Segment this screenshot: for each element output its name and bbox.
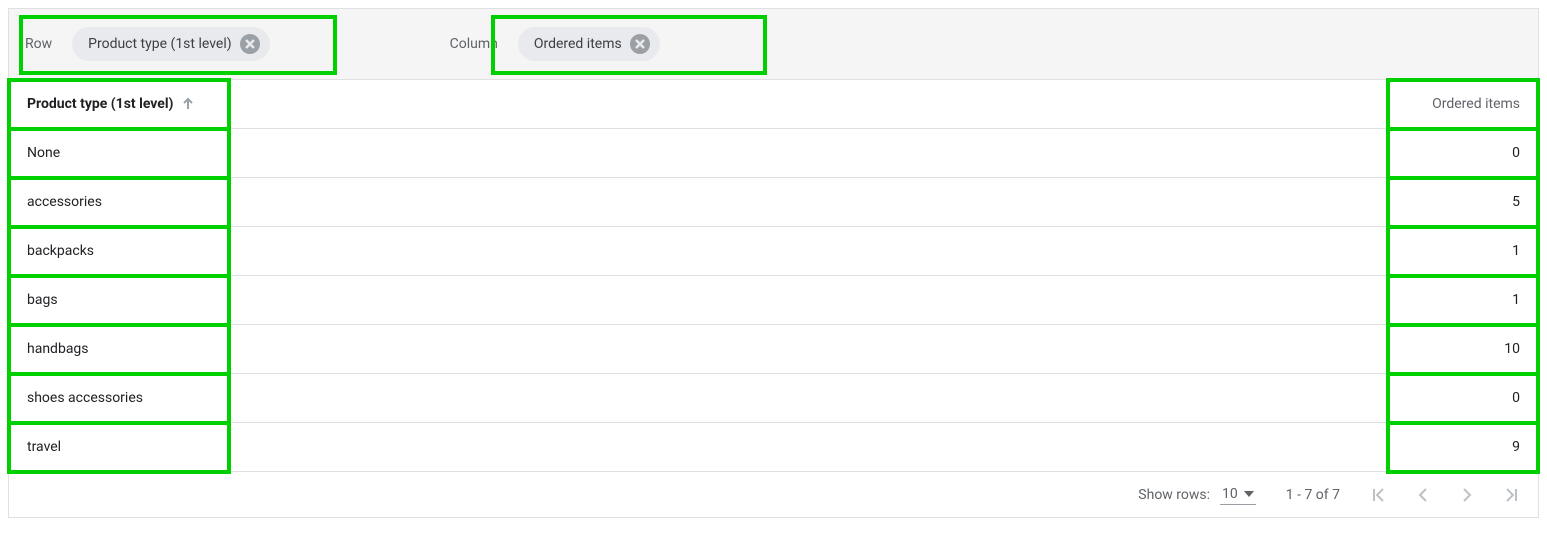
report-panel: Row Product type (1st level) Column Orde… — [8, 8, 1539, 518]
cell-metric: 0 — [1388, 129, 1538, 178]
column-metric-chip[interactable]: Ordered items — [518, 27, 660, 61]
cell-spacer — [229, 178, 1388, 227]
cell-spacer — [229, 423, 1388, 472]
page-size-select[interactable]: 10 — [1220, 484, 1256, 505]
table-row[interactable]: travel 9 — [9, 423, 1538, 472]
cell-dimension: handbags — [9, 325, 229, 374]
cell-spacer — [229, 374, 1388, 423]
remove-row-dimension-button[interactable] — [240, 34, 260, 54]
table-row[interactable]: backpacks 1 — [9, 227, 1538, 276]
header-label: Product type (1st level) — [27, 96, 173, 112]
column-header-metric[interactable]: Ordered items — [1388, 80, 1538, 129]
chevron-right-icon — [1458, 486, 1476, 504]
cell-metric: 1 — [1388, 227, 1538, 276]
first-page-icon — [1370, 486, 1388, 504]
cell-metric: 10 — [1388, 325, 1538, 374]
cell-spacer — [229, 227, 1388, 276]
close-icon — [634, 38, 646, 50]
prev-page-button[interactable] — [1414, 486, 1432, 504]
column-header-dimension[interactable]: Product type (1st level) — [9, 80, 229, 129]
column-header-spacer — [229, 80, 1388, 129]
config-bar: Row Product type (1st level) Column Orde… — [9, 9, 1538, 80]
table-row[interactable]: handbags 10 — [9, 325, 1538, 374]
last-page-icon — [1502, 486, 1520, 504]
remove-column-metric-button[interactable] — [630, 34, 650, 54]
cell-dimension: travel — [9, 423, 229, 472]
table-row[interactable]: None 0 — [9, 129, 1538, 178]
chip-label: Ordered items — [534, 36, 622, 52]
cell-metric: 5 — [1388, 178, 1538, 227]
show-rows-label: Show rows: — [1138, 487, 1210, 503]
cell-dimension: None — [9, 129, 229, 178]
cell-metric: 1 — [1388, 276, 1538, 325]
cell-metric: 0 — [1388, 374, 1538, 423]
header-label: Ordered items — [1432, 96, 1520, 112]
table-row[interactable]: accessories 5 — [9, 178, 1538, 227]
cell-spacer — [229, 129, 1388, 178]
cell-dimension: shoes accessories — [9, 374, 229, 423]
table-row[interactable]: bags 1 — [9, 276, 1538, 325]
cell-dimension: bags — [9, 276, 229, 325]
cell-spacer — [229, 325, 1388, 374]
table-footer: Show rows: 10 1 - 7 of 7 — [9, 472, 1538, 517]
column-config-group: Column Ordered items — [450, 27, 660, 61]
page-size-value: 10 — [1222, 486, 1238, 502]
row-config-group: Row Product type (1st level) — [25, 27, 270, 61]
pagination-range: 1 - 7 of 7 — [1286, 487, 1340, 503]
next-page-button[interactable] — [1458, 486, 1476, 504]
cell-dimension: backpacks — [9, 227, 229, 276]
pager — [1370, 486, 1520, 504]
column-label: Column — [450, 36, 498, 52]
page-size-group: Show rows: 10 — [1138, 484, 1255, 505]
first-page-button[interactable] — [1370, 486, 1388, 504]
cell-dimension: accessories — [9, 178, 229, 227]
chevron-left-icon — [1414, 486, 1432, 504]
cell-metric: 9 — [1388, 423, 1538, 472]
last-page-button[interactable] — [1502, 486, 1520, 504]
dropdown-icon — [1244, 489, 1254, 499]
cell-spacer — [229, 276, 1388, 325]
data-table: Product type (1st level) Ordered items N… — [9, 80, 1538, 472]
table-header-row: Product type (1st level) Ordered items — [9, 80, 1538, 129]
table-row[interactable]: shoes accessories 0 — [9, 374, 1538, 423]
sort-ascending-icon — [181, 97, 195, 111]
close-icon — [244, 38, 256, 50]
chip-label: Product type (1st level) — [88, 36, 231, 52]
row-dimension-chip[interactable]: Product type (1st level) — [72, 27, 269, 61]
row-label: Row — [25, 36, 52, 52]
